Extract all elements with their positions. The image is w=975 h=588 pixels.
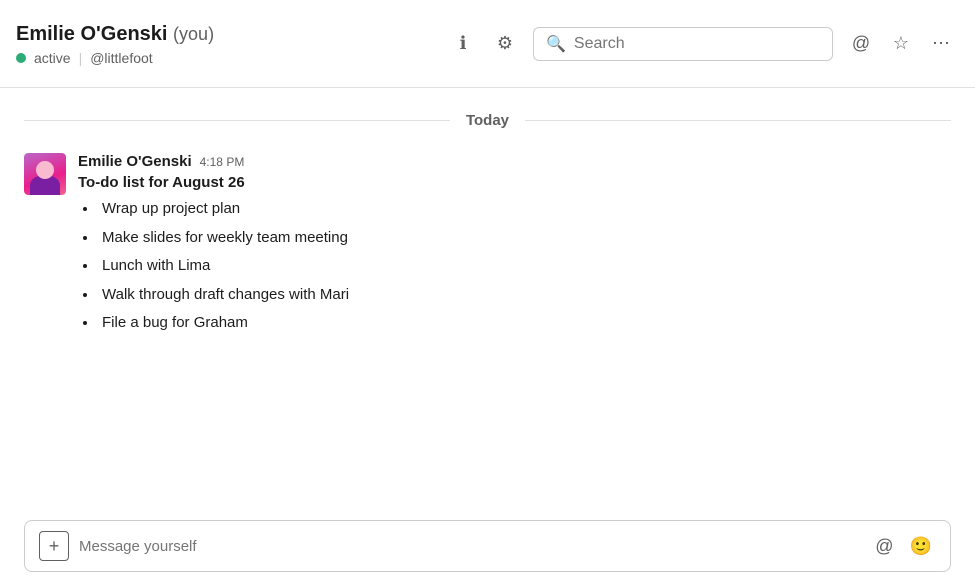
avatar-image	[24, 153, 66, 195]
status-divider: |	[79, 50, 83, 66]
info-button[interactable]: ℹ	[445, 26, 481, 62]
at-mention-icon: @	[875, 536, 893, 556]
you-label: (you)	[173, 24, 214, 44]
star-button[interactable]: ☆	[883, 26, 919, 62]
header-title: Emilie O'Genski (you)	[16, 21, 445, 47]
message-input-box: + @ 🙂	[24, 520, 951, 572]
search-bar: 🔍	[533, 27, 833, 61]
star-icon: ☆	[893, 33, 909, 54]
add-button[interactable]: +	[39, 531, 69, 561]
divider-line-right	[525, 120, 951, 121]
header-icons: ℹ ⚙	[445, 26, 523, 62]
add-icon: +	[49, 536, 60, 557]
at-button[interactable]: @	[843, 26, 879, 62]
search-icon: 🔍	[546, 34, 566, 54]
input-right-icons: @ 🙂	[871, 532, 936, 561]
at-mention-button[interactable]: @	[871, 532, 897, 561]
message-time: 4:18 PM	[200, 155, 245, 169]
status-text: active	[34, 50, 71, 66]
user-name: Emilie O'Genski	[16, 23, 167, 45]
message-input[interactable]	[79, 538, 861, 555]
emoji-button[interactable]: 🙂	[906, 532, 936, 561]
message-content: Today Emilie O'Genski 4:18 PM To-do list…	[0, 88, 975, 510]
header-left: Emilie O'Genski (you) active | @littlefo…	[16, 21, 445, 66]
user-handle: @littlefoot	[90, 50, 152, 66]
header-right-icons: @ ☆ ⋯	[843, 26, 959, 62]
message-list: Wrap up project plan Make slides for wee…	[78, 195, 951, 338]
avatar	[24, 153, 66, 195]
header: Emilie O'Genski (you) active | @littlefo…	[0, 0, 975, 88]
emoji-icon: 🙂	[910, 536, 932, 556]
settings-button[interactable]: ⚙	[487, 26, 523, 62]
search-input[interactable]	[574, 35, 820, 53]
info-icon: ℹ	[460, 33, 467, 54]
message-header: Emilie O'Genski 4:18 PM	[78, 153, 951, 170]
date-label: Today	[450, 112, 525, 129]
message-body: Emilie O'Genski 4:18 PM To-do list for A…	[78, 153, 951, 338]
status-dot-icon	[16, 53, 26, 63]
list-item: Wrap up project plan	[98, 195, 951, 224]
divider-line-left	[24, 120, 450, 121]
header-status: active | @littlefoot	[16, 50, 445, 66]
list-item: File a bug for Graham	[98, 309, 951, 338]
message-group: Emilie O'Genski 4:18 PM To-do list for A…	[0, 145, 975, 346]
message-author: Emilie O'Genski	[78, 153, 192, 170]
at-icon: @	[852, 33, 870, 54]
date-divider: Today	[0, 104, 975, 145]
message-title: To-do list for August 26	[78, 174, 951, 191]
message-input-area: + @ 🙂	[0, 510, 975, 588]
settings-icon: ⚙	[497, 33, 513, 54]
list-item: Make slides for weekly team meeting	[98, 224, 951, 253]
list-item: Walk through draft changes with Mari	[98, 281, 951, 310]
list-item: Lunch with Lima	[98, 252, 951, 281]
more-button[interactable]: ⋯	[923, 26, 959, 62]
more-icon: ⋯	[932, 33, 950, 54]
